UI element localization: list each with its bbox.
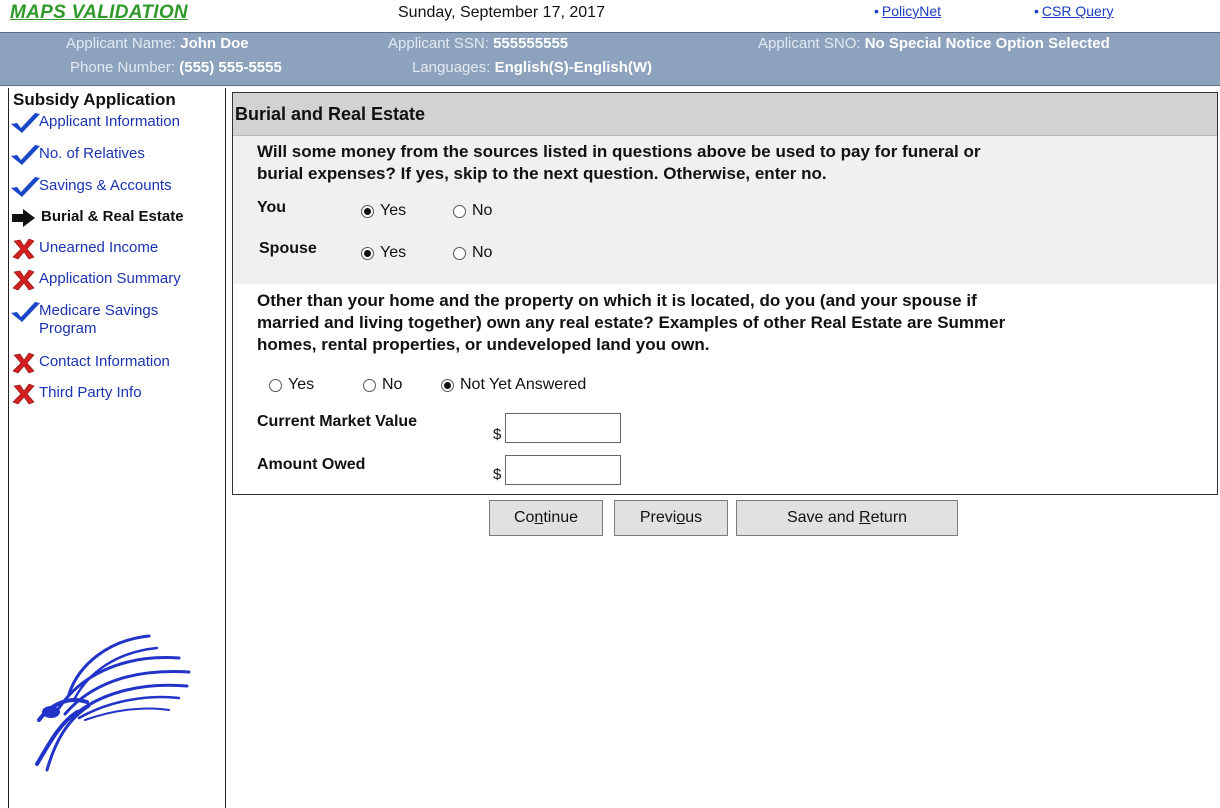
funeral-question-line1: Will some money from the sources listed … (257, 142, 981, 161)
you-yes-label: Yes (380, 202, 407, 219)
top-bar: MAPS VALIDATION Sunday, September 17, 20… (0, 0, 1220, 26)
applicant-name-row: Applicant Name: John Doe (66, 35, 249, 52)
sidebar-item-label: Burial & Real Estate (41, 208, 184, 225)
sidebar-item-label-line2: Program (39, 320, 97, 337)
languages-value: English(S)-English(W) (494, 59, 653, 76)
applicant-ssn-value: 555555555 (493, 35, 569, 52)
applicant-sno-row: Applicant SNO: No Special Notice Option … (758, 35, 1110, 52)
sidebar-item-label: Third Party Info (39, 384, 142, 401)
app-title: MAPS VALIDATION (10, 2, 188, 23)
bullet-icon: • (1034, 3, 1039, 19)
x-icon (12, 269, 35, 291)
applicant-name-value: John Doe (180, 35, 249, 52)
x-icon (12, 352, 35, 374)
applicant-name-label: Applicant Name: (66, 35, 177, 52)
sidebar: Subsidy Application Applicant Informatio… (8, 88, 226, 808)
amount-owed-label: Amount Owed (257, 456, 366, 473)
radio-selected-icon (441, 378, 454, 392)
real-estate-not-answered-label: Not Yet Answered (460, 376, 587, 393)
csr-query-link-label: CSR Query (1041, 3, 1114, 19)
spouse-yes-label: Yes (380, 244, 407, 261)
policynet-link[interactable]: • PolicyNet (874, 3, 941, 19)
you-no-radio[interactable]: No (453, 202, 492, 220)
phone-number-value: (555) 555-5555 (179, 59, 282, 76)
languages-label: Languages: (412, 59, 491, 76)
radio-selected-icon (361, 246, 374, 260)
eagle-logo (35, 634, 191, 772)
burial-real-estate-panel: Burial and Real Estate Will some money f… (232, 92, 1218, 495)
sidebar-item-label: Unearned Income (39, 239, 159, 256)
sidebar-title: Subsidy Application (13, 90, 176, 109)
you-no-label: No (472, 202, 493, 219)
check-icon (11, 145, 40, 165)
date-text: Sunday, September 17, 2017 (398, 4, 605, 21)
csr-query-link[interactable]: • CSR Query (1034, 3, 1113, 19)
radio-selected-icon (361, 204, 374, 218)
applicant-header: Applicant Name: John Doe Applicant SSN: … (0, 32, 1220, 86)
amount-owed-input[interactable] (505, 455, 621, 485)
sidebar-item-label: Application Summary (39, 270, 181, 287)
save-return-label-post: eturn (870, 509, 908, 526)
check-icon (11, 113, 40, 133)
continue-label-pre: Co (513, 509, 535, 526)
applicant-sno-label: Applicant SNO: (758, 35, 861, 52)
save-and-return-button[interactable]: Save and Return (736, 500, 958, 536)
sidebar-item-label: No. of Relatives (39, 145, 145, 162)
market-value-label: Current Market Value (257, 413, 418, 430)
languages-row: Languages: English(S)-English(W) (412, 59, 652, 76)
previous-label-post: us (685, 509, 703, 526)
radio-empty-icon (269, 378, 282, 392)
panel-title: Burial and Real Estate (235, 104, 426, 124)
market-value-currency: $ (493, 426, 502, 443)
check-icon (11, 302, 40, 322)
check-icon (11, 177, 40, 197)
spouse-yes-radio[interactable]: Yes (361, 244, 406, 262)
previous-label-accel: o (676, 509, 686, 526)
real-estate-question-line3: homes, rental properties, or undeveloped… (257, 335, 710, 354)
continue-button[interactable]: Continue (489, 500, 603, 536)
real-estate-yes-label: Yes (288, 376, 315, 393)
real-estate-question-line1: Other than your home and the property on… (257, 291, 977, 310)
save-return-label-pre: Save and (786, 509, 860, 526)
x-icon (12, 383, 35, 405)
applicant-ssn-label: Applicant SSN: (388, 35, 489, 52)
market-value-input[interactable] (505, 413, 621, 443)
bullet-icon: • (874, 3, 879, 19)
radio-empty-icon (453, 246, 466, 260)
applicant-ssn-row: Applicant SSN: 555555555 (388, 35, 568, 52)
spouse-no-radio[interactable]: No (453, 244, 492, 262)
funeral-question-line2: burial expenses? If yes, skip to the nex… (257, 164, 827, 183)
sidebar-item-label: Applicant Information (39, 113, 180, 130)
sidebar-item-label: Contact Information (39, 353, 170, 370)
sidebar-item-label: Medicare Savings (39, 302, 159, 319)
arrow-right-icon (12, 209, 35, 227)
real-estate-question-line2: married and living together) own any rea… (257, 313, 1006, 332)
save-return-label-accel: R (859, 509, 871, 526)
you-label: You (257, 199, 287, 216)
panel-header: Burial and Real Estate (233, 93, 1217, 136)
sidebar-item-label: Savings & Accounts (39, 177, 172, 194)
real-estate-no-label: No (382, 376, 403, 393)
x-icon (12, 238, 35, 260)
phone-number-row: Phone Number: (555) 555-5555 (70, 59, 282, 76)
policynet-link-label: PolicyNet (881, 3, 942, 19)
real-estate-not-answered-radio[interactable]: Not Yet Answered (441, 376, 586, 394)
phone-number-label: Phone Number: (70, 59, 176, 76)
previous-button[interactable]: Previous (614, 500, 728, 536)
real-estate-no-radio[interactable]: No (363, 376, 402, 394)
real-estate-yes-radio[interactable]: Yes (269, 376, 314, 394)
spouse-label: Spouse (259, 240, 317, 257)
applicant-sno-value: No Special Notice Option Selected (864, 35, 1110, 52)
amount-owed-currency: $ (493, 466, 502, 483)
spouse-no-label: No (472, 244, 493, 261)
continue-label-accel: n (534, 509, 544, 526)
radio-empty-icon (363, 378, 376, 392)
you-yes-radio[interactable]: Yes (361, 202, 406, 220)
funeral-question-block: Will some money from the sources listed … (233, 136, 1217, 284)
radio-empty-icon (453, 204, 466, 218)
previous-label-pre: Previ (639, 509, 677, 526)
sidebar-item-medicare-savings-program[interactable]: Medicare Savings Program (9, 301, 225, 341)
continue-label-post: tinue (543, 509, 579, 526)
